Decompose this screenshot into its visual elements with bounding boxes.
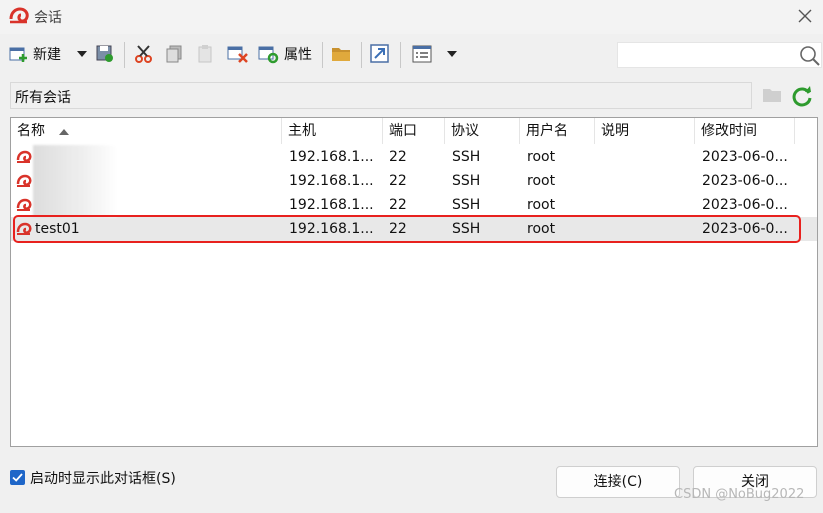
session-modified: 2023-06-0...: [702, 197, 788, 213]
watermark: CSDN @NoBug2022: [674, 487, 805, 502]
column-header-modified[interactable]: 修改时间: [695, 118, 795, 144]
copy-icon: [166, 45, 182, 63]
highlight-box: [13, 215, 801, 243]
paste-button[interactable]: [195, 42, 215, 66]
session-protocol: SSH: [452, 149, 481, 165]
column-header-label: 修改时间: [701, 123, 757, 139]
properties-button[interactable]: 属性: [258, 42, 312, 66]
checkmark-icon: [12, 473, 23, 482]
session-user: root: [527, 149, 556, 165]
new-button-label: 新建: [33, 47, 61, 63]
session-port: 22: [389, 173, 407, 189]
folder-icon: [332, 48, 350, 61]
session-protocol: SSH: [452, 173, 481, 189]
properties-button-label: 属性: [284, 47, 312, 63]
startup-checkbox[interactable]: [10, 470, 25, 485]
title-bar: 会话: [0, 0, 823, 34]
list-header: 名称 主机 端口 协议 用户名 说明 修改时间: [11, 118, 817, 144]
sort-ascending-icon: [59, 129, 70, 135]
column-header-protocol[interactable]: 协议: [445, 118, 520, 144]
window-title: 会话: [34, 10, 62, 26]
column-header-description[interactable]: 说明: [595, 118, 695, 144]
redaction-blur: [33, 145, 117, 217]
new-dropdown-button[interactable]: [77, 42, 87, 66]
column-header-label: 协议: [451, 123, 479, 139]
toolbar-separator: [322, 42, 323, 68]
session-host: 192.168.1...: [289, 149, 374, 165]
session-icon: [16, 174, 32, 187]
paste-icon: [198, 45, 212, 63]
connect-button[interactable]: 连接(C): [556, 466, 680, 498]
view-dropdown-button[interactable]: [447, 42, 457, 66]
folder-path-text: 所有会话: [15, 90, 71, 106]
table-row[interactable]: 192.168.1... 22 SSH root 2023-06-0...: [11, 193, 817, 217]
save-icon: [96, 45, 113, 62]
shortcut-arrow-icon: [370, 44, 389, 63]
session-modified: 2023-06-0...: [702, 149, 788, 165]
toolbar-separator: [124, 42, 125, 68]
properties-icon: [258, 46, 279, 64]
cut-button[interactable]: [134, 42, 154, 66]
delete-icon: [227, 46, 248, 63]
column-header-label: 主机: [288, 123, 316, 139]
column-header-label: 名称: [17, 123, 45, 139]
close-icon[interactable]: [793, 5, 817, 27]
chevron-down-icon: [77, 51, 87, 57]
copy-button[interactable]: [164, 42, 184, 66]
session-user: root: [527, 197, 556, 213]
search-input[interactable]: [617, 42, 822, 68]
folder-up-icon[interactable]: [762, 86, 782, 104]
session-port: 22: [389, 149, 407, 165]
column-header-label: 端口: [389, 123, 417, 139]
column-header-label: 说明: [601, 123, 629, 139]
folder-path-field[interactable]: 所有会话: [10, 82, 752, 109]
open-shortcut-button[interactable]: [370, 42, 390, 66]
session-modified: 2023-06-0...: [702, 173, 788, 189]
chevron-down-icon: [447, 51, 457, 57]
new-folder-button[interactable]: [331, 42, 351, 66]
cut-icon: [135, 45, 152, 63]
column-header-username[interactable]: 用户名: [520, 118, 595, 144]
session-protocol: SSH: [452, 197, 481, 213]
column-header-host[interactable]: 主机: [282, 118, 383, 144]
session-list: 名称 主机 端口 协议 用户名 说明 修改时间 192.168.1... 22 …: [10, 117, 818, 447]
new-session-icon: [9, 47, 27, 62]
table-row[interactable]: 192.168.1... 22 SSH root 2023-06-0...: [11, 169, 817, 193]
app-logo-icon: [9, 7, 29, 24]
list-view-icon: [412, 45, 432, 63]
column-header-label: 用户名: [526, 123, 568, 139]
session-icon: [16, 198, 32, 211]
column-header-port[interactable]: 端口: [383, 118, 445, 144]
toolbar-separator: [361, 42, 362, 68]
delete-button[interactable]: [227, 42, 249, 66]
search-icon[interactable]: [799, 45, 821, 67]
session-host: 192.168.1...: [289, 197, 374, 213]
session-user: root: [527, 173, 556, 189]
session-port: 22: [389, 197, 407, 213]
new-button[interactable]: 新建: [9, 42, 61, 66]
toolbar-separator: [400, 42, 401, 68]
session-icon: [16, 150, 32, 163]
view-button[interactable]: [412, 42, 432, 66]
column-header-name[interactable]: 名称: [11, 118, 282, 144]
startup-checkbox-label[interactable]: 启动时显示此对话框(S): [30, 468, 176, 488]
table-row[interactable]: 192.168.1... 22 SSH root 2023-06-0...: [11, 145, 817, 169]
refresh-icon[interactable]: [791, 85, 813, 107]
save-button[interactable]: [95, 42, 115, 66]
session-host: 192.168.1...: [289, 173, 374, 189]
